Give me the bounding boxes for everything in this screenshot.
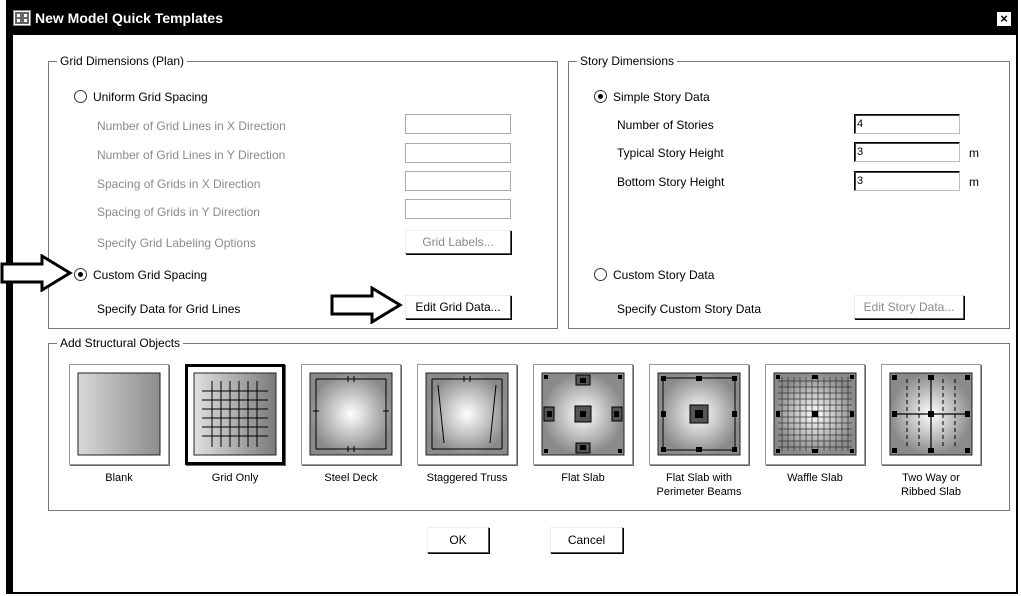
template-flat-slab[interactable] <box>533 364 633 465</box>
template-flat-slab-perimeter-label2: Perimeter Beams <box>656 486 742 498</box>
arrow-to-edit-grid-icon <box>330 286 403 324</box>
grid-dimensions-group: Grid Dimensions (Plan) Uniform Grid Spac… <box>48 54 558 329</box>
template-grid-only[interactable] <box>185 364 285 465</box>
blank-template-icon <box>77 372 161 456</box>
grid-lines-x-input[interactable] <box>405 114 511 134</box>
custom-story-label: Custom Story Data <box>613 268 715 282</box>
template-two-way-ribbed-label1: Two Way or <box>902 472 960 484</box>
template-flat-slab-label: Flat Slab <box>561 472 605 484</box>
uniform-grid-label: Uniform Grid Spacing <box>93 90 208 104</box>
story-dimensions-label: Story Dimensions <box>577 54 678 68</box>
waffle-slab-template-icon <box>773 372 857 456</box>
num-stories-input[interactable]: 4 <box>854 114 960 134</box>
template-staggered-truss-label: Staggered Truss <box>426 472 508 484</box>
grid-lines-x-label: Number of Grid Lines in X Direction <box>97 119 286 133</box>
typical-height-label: Typical Story Height <box>617 146 724 160</box>
template-waffle-slab[interactable] <box>765 364 865 465</box>
app-icon <box>13 10 31 26</box>
flat-slab-perimeter-template-icon <box>657 372 741 456</box>
grid-spacing-y-input[interactable] <box>405 199 511 219</box>
bottom-height-label: Bottom Story Height <box>617 175 725 189</box>
title-bar[interactable]: New Model Quick Templates × <box>7 1 1017 35</box>
template-staggered-truss[interactable] <box>417 364 517 465</box>
template-steel-deck[interactable] <box>301 364 401 465</box>
template-flat-slab-perimeter-label1: Flat Slab with <box>665 472 733 484</box>
template-blank[interactable] <box>69 364 169 465</box>
grid-lines-y-input[interactable] <box>405 143 511 163</box>
typical-height-unit: m <box>969 146 979 160</box>
dialog-body: Grid Dimensions (Plan) Uniform Grid Spac… <box>7 35 1017 593</box>
grid-spacing-x-input[interactable] <box>405 171 511 191</box>
uniform-grid-radio[interactable] <box>74 90 87 103</box>
story-dimensions-group: Story Dimensions Simple Story Data Numbe… <box>568 54 1010 329</box>
window-title: New Model Quick Templates <box>35 10 224 26</box>
bottom-height-unit: m <box>969 175 979 189</box>
grid-lines-y-label: Number of Grid Lines in Y Direction <box>97 148 286 162</box>
custom-grid-radio[interactable] <box>74 268 87 281</box>
grid-dimensions-label: Grid Dimensions (Plan) <box>57 54 188 68</box>
flat-slab-template-icon <box>541 372 625 456</box>
template-flat-slab-perimeter[interactable] <box>649 364 749 465</box>
grid-labels-button[interactable]: Grid Labels... <box>405 230 511 254</box>
grid-labeling-label: Specify Grid Labeling Options <box>97 236 256 250</box>
grid-data-label: Specify Data for Grid Lines <box>97 302 241 316</box>
custom-story-data-label: Specify Custom Story Data <box>617 302 762 316</box>
template-blank-label: Blank <box>105 472 133 484</box>
typical-height-input[interactable]: 3 <box>854 142 960 162</box>
custom-story-radio[interactable] <box>594 268 607 281</box>
simple-story-radio[interactable] <box>594 90 607 103</box>
structural-objects-label: Add Structural Objects <box>57 336 184 350</box>
ribbed-slab-template-icon <box>889 372 973 456</box>
dialog-window: New Model Quick Templates × Grid Dimensi… <box>6 0 1018 594</box>
grid-spacing-x-label: Spacing of Grids in X Direction <box>97 177 261 191</box>
grid-template-icon <box>193 372 277 456</box>
steel-deck-template-icon <box>309 372 393 456</box>
custom-grid-label: Custom Grid Spacing <box>93 268 208 282</box>
ok-button[interactable]: OK <box>427 527 489 553</box>
structural-objects-group: Add Structural Objects Blank Grid Only S… <box>48 336 1010 511</box>
template-two-way-ribbed[interactable] <box>881 364 981 465</box>
template-waffle-slab-label: Waffle Slab <box>787 472 843 484</box>
template-steel-deck-label: Steel Deck <box>324 472 378 484</box>
close-icon[interactable]: × <box>996 11 1012 27</box>
arrow-to-custom-grid-icon <box>0 254 73 292</box>
bottom-height-input[interactable]: 3 <box>854 171 960 191</box>
num-stories-label: Number of Stories <box>617 118 714 132</box>
edit-story-data-button[interactable]: Edit Story Data... <box>854 295 964 319</box>
edit-grid-data-button[interactable]: Edit Grid Data... <box>405 295 511 319</box>
simple-story-label: Simple Story Data <box>613 90 710 104</box>
staggered-truss-template-icon <box>425 372 509 456</box>
template-grid-only-label: Grid Only <box>211 472 259 484</box>
cancel-button[interactable]: Cancel <box>550 527 623 553</box>
template-two-way-ribbed-label2: Ribbed Slab <box>901 486 961 498</box>
grid-spacing-y-label: Spacing of Grids in Y Direction <box>97 205 260 219</box>
